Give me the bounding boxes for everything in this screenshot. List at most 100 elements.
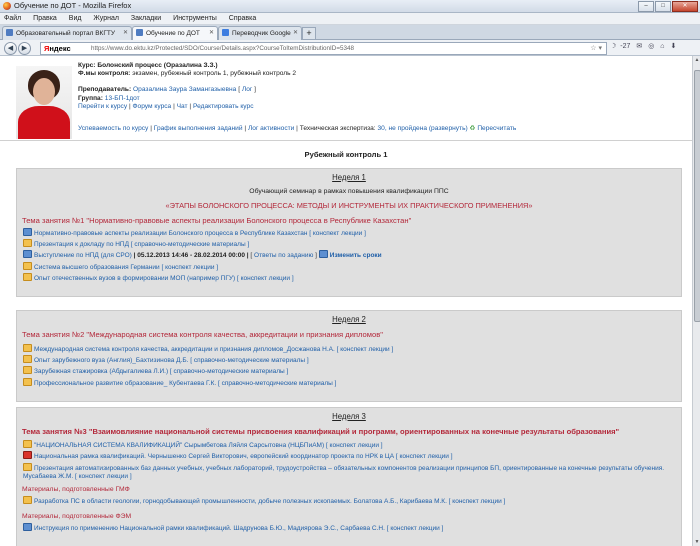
edit-course-link[interactable]: Редактировать курс <box>193 103 254 110</box>
week-3: Неделя 3 Тема занятия №3 "Взаимовлияние … <box>16 407 682 546</box>
chat-link[interactable]: Чат <box>177 103 188 110</box>
go-to-course-link[interactable]: Перейти к курсу <box>78 103 127 110</box>
week-1: Неделя 1 Обучающий семинар в рамках повы… <box>16 168 682 297</box>
course-name: Болонский процесс (Оразалина З.З.) <box>97 62 218 69</box>
tab-course[interactable]: Обучение по ДОТ ✕ <box>132 26 218 40</box>
expertise-link[interactable]: 30, не пройдена (развернуть) <box>377 125 467 132</box>
temperature: -27 <box>620 43 631 50</box>
addon-icon[interactable]: ◎ <box>648 43 654 50</box>
menu-view[interactable]: Вид <box>69 13 82 24</box>
document-icon <box>23 344 32 352</box>
divider <box>0 140 692 149</box>
download-icon[interactable]: ⬇ <box>670 43 676 50</box>
week-subtitle: Обучающий семинар в рамках повышения ква… <box>249 188 449 195</box>
url-text[interactable]: https://www.do.ektu.kz/Protected/SDO/Cou… <box>91 43 354 54</box>
document-icon <box>23 261 32 270</box>
close-tab-icon[interactable]: ✕ <box>293 27 298 40</box>
close-button[interactable]: ✕ <box>672 1 698 12</box>
document-icon <box>23 239 32 248</box>
list-item: Национальная рамка квалификаций. Черныше… <box>23 451 681 462</box>
document-icon <box>23 377 32 386</box>
assignment-icon <box>23 250 32 259</box>
weather-icon[interactable]: ☽ <box>610 43 616 50</box>
menu-file[interactable]: Файл <box>4 13 21 24</box>
section-title: Рубежный контроль 1 <box>304 150 388 159</box>
scroll-down-icon[interactable]: ▼ <box>693 538 700 546</box>
window-title: Обучение по ДОТ - Mozilla Firefox <box>14 1 132 10</box>
document-icon <box>23 228 32 236</box>
menu-edit[interactable]: Правка <box>33 13 57 24</box>
scroll-up-icon[interactable]: ▲ <box>693 56 700 64</box>
teacher-photo <box>16 66 72 139</box>
home-icon[interactable]: ⌂ <box>660 43 664 50</box>
scrollbar-thumb[interactable] <box>694 70 700 322</box>
document-icon <box>23 366 32 375</box>
tab-portal[interactable]: Образовательный портал ВКГТУ ✕ <box>2 26 132 40</box>
new-tab-button[interactable]: + <box>302 27 316 40</box>
menu-bookmarks[interactable]: Закладки <box>131 13 161 24</box>
maximize-button[interactable]: □ <box>655 1 671 12</box>
google-translate-icon <box>222 29 229 36</box>
list-item: Презентация к докладу по НПД [ справочно… <box>23 239 681 250</box>
yandex-logo: Яндекс <box>44 44 71 53</box>
list-item: Профессиональное развитие образование_ К… <box>23 377 681 389</box>
menu-bar: Файл Правка Вид Журнал Закладки Инструме… <box>0 13 700 25</box>
close-tab-icon[interactable]: ✕ <box>209 27 214 40</box>
progress-link[interactable]: Успеваемость по курсу <box>78 125 148 132</box>
tab-label: Переводчик Google <box>232 30 291 37</box>
materials-subheading: Материалы, подготовленные ГМФ <box>22 486 130 494</box>
menu-history[interactable]: Журнал <box>93 13 119 24</box>
close-tab-icon[interactable]: ✕ <box>123 27 128 40</box>
list-item: Презентация автоматизированных баз данны… <box>23 463 665 481</box>
menu-tools[interactable]: Инструменты <box>173 13 217 24</box>
group-link[interactable]: 13-БП-1дот <box>105 95 140 102</box>
list-item: Инструкция по применению Национальной ра… <box>23 522 681 534</box>
teacher-log-link[interactable]: Лог <box>242 86 252 93</box>
url-bar[interactable]: Яндекс https://www.do.ektu.kz/Protected/… <box>40 42 607 55</box>
firefox-icon <box>3 2 11 10</box>
list-item: Зарубежная стажировка (Абдыгалиева Л.И.)… <box>23 366 681 377</box>
week-title: Неделя 1 <box>332 173 366 182</box>
nav-bar: ◀ ▶ Яндекс https://www.do.ektu.kz/Protec… <box>0 40 700 56</box>
course-info: Курс: Болонский процесс (Оразалина З.З.)… <box>78 62 517 133</box>
document-icon <box>23 272 32 281</box>
recalc-link[interactable]: Пересчитать <box>477 125 516 132</box>
calendar-icon <box>318 250 328 259</box>
teacher-link[interactable]: Оразалина Заура Замангазыевна <box>133 86 236 93</box>
page-icon <box>136 29 143 36</box>
page-content: Курс: Болонский процесс (Оразалина З.З.)… <box>0 56 692 546</box>
minimize-button[interactable]: – <box>638 1 654 12</box>
menu-help[interactable]: Справка <box>229 13 256 24</box>
activity-log-link[interactable]: Лог активности <box>248 125 294 132</box>
list-item: Система высшего образования Германии [ к… <box>23 261 681 273</box>
window-titlebar: Обучение по ДОТ - Mozilla Firefox – □ ✕ <box>0 0 700 13</box>
tab-label: Обучение по ДОТ <box>146 30 200 37</box>
document-icon <box>23 496 32 505</box>
back-button[interactable]: ◀ <box>4 42 17 55</box>
tab-translate[interactable]: Переводчик Google ✕ <box>218 26 302 40</box>
course-header: Курс: Болонский процесс (Оразалина З.З.)… <box>16 56 680 140</box>
list-item: Разработка ПС в области геологии, горнод… <box>23 496 681 507</box>
week-title: Неделя 2 <box>332 315 366 324</box>
list-item: Нормативно-правовые аспекты реализации Б… <box>23 228 681 239</box>
topic-title: Тема занятия №3 "Взаимовлияние националь… <box>22 427 620 436</box>
page-icon <box>6 29 13 36</box>
week-subtitle-2: «ЭТАПЫ БОЛОНСКОГО ПРОЦЕССА: МЕТОДЫ И ИНС… <box>165 201 533 210</box>
mail-icon[interactable]: ✉ <box>636 43 642 50</box>
tab-bar: Образовательный портал ВКГТУ ✕ Обучение п… <box>0 25 700 40</box>
week-title: Неделя 3 <box>332 412 366 421</box>
topic-title: Тема занятия №1 "Нормативно-правовые асп… <box>22 216 412 225</box>
schedule-link[interactable]: График выполнения заданий <box>154 125 243 132</box>
forward-button[interactable]: ▶ <box>18 42 31 55</box>
list-item: Международная система контроля качества,… <box>23 344 681 355</box>
document-icon <box>23 440 32 448</box>
change-dates-link[interactable]: Изменить сроки <box>330 252 382 259</box>
list-item: Опыт зарубежного вуза (Англия)_Бахтизино… <box>23 355 681 366</box>
window-controls: – □ ✕ <box>638 1 698 12</box>
vertical-scrollbar[interactable]: ▲ ▼ <box>692 56 700 546</box>
list-item: Опыт отечественных вузов в формировании … <box>23 272 681 284</box>
tab-label: Образовательный портал ВКГТУ <box>16 30 115 37</box>
bookmark-star-icon[interactable]: ☆ ▾ <box>590 43 602 54</box>
answers-link[interactable]: Ответы по заданию <box>254 252 313 259</box>
course-forum-link[interactable]: Форум курса <box>133 103 172 110</box>
